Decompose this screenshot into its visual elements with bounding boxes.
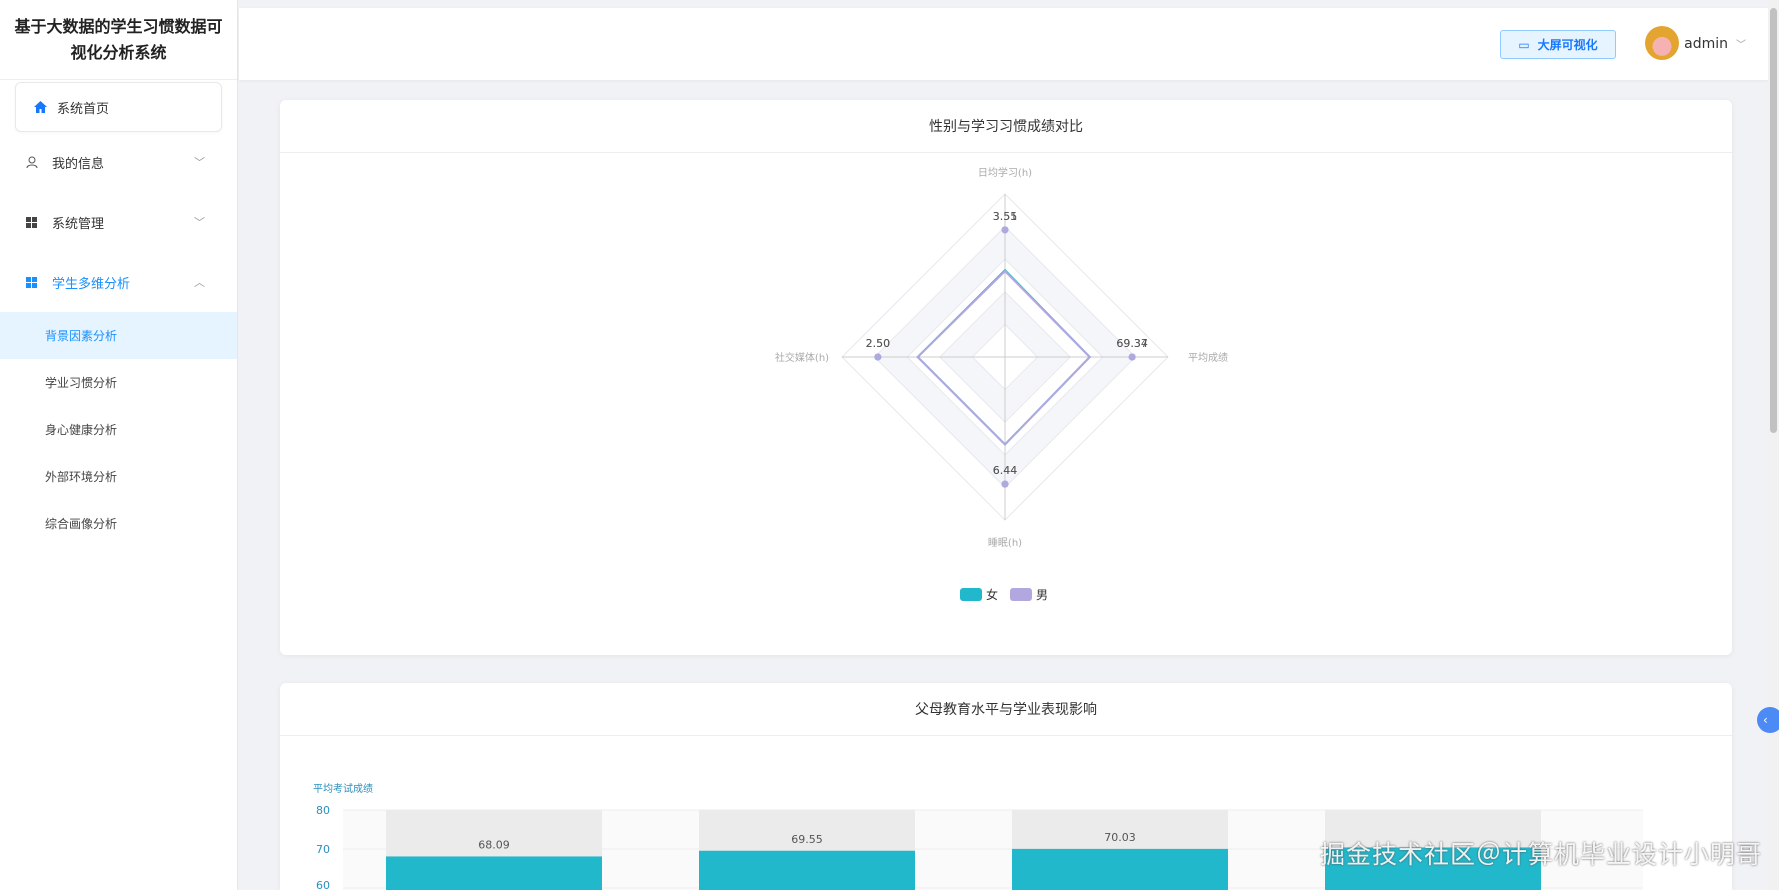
y-axis-title: 平均考试成绩	[313, 782, 373, 795]
watermark: 掘金技术社区＠计算机毕业设计小明哥	[1320, 840, 1763, 869]
bar-value-label: 68.09	[478, 838, 510, 851]
sidebar-item-label: 我的信息	[52, 156, 105, 172]
sidebar-item-label: 系统管理	[52, 216, 105, 232]
radar-chart: 日均学习(h)平均成绩睡眠(h)社交媒体(h)3.5569.376.442.50…	[775, 166, 1228, 602]
bigscreen-button[interactable]: ▭ 大屏可视化	[1500, 30, 1616, 59]
radar-point	[1001, 226, 1009, 234]
app-title: 基于大数据的学生习惯数据可视化分析系统	[0, 0, 237, 80]
legend-swatch	[1010, 588, 1032, 601]
sidebar-item-home[interactable]: 系统首页	[15, 82, 222, 132]
legend-label: 男	[1036, 588, 1048, 602]
card-title: 父母教育水平与学业表现影响	[280, 683, 1732, 736]
sidebar-item-analysis[interactable]: 学生多维分析 ︿	[0, 252, 237, 312]
y-tick-label: 80	[316, 804, 330, 817]
bar-value-label: 69.55	[791, 833, 823, 846]
sidebar-subitem-environment[interactable]: 外部环境分析	[0, 453, 237, 500]
avatar[interactable]	[1645, 26, 1679, 60]
sidebar-item-system[interactable]: 系统管理 ﹀	[0, 192, 237, 252]
radar-axis-label: 社交媒体(h)	[775, 351, 829, 364]
radar-axis-label: 日均学习(h)	[978, 166, 1032, 179]
radar-value-label: 2.50	[866, 337, 891, 350]
radar-point	[1128, 353, 1136, 361]
sidebar: 基于大数据的学生习惯数据可视化分析系统 系统首页 我的信息 ﹀ 系统管理 ﹀ 学生多…	[0, 0, 238, 890]
legend-swatch	[960, 588, 982, 601]
bar	[1012, 848, 1228, 890]
sidebar-subitem-background[interactable]: 背景因素分析	[0, 312, 237, 359]
sidebar-subitem-portrait[interactable]: 综合画像分析	[0, 500, 237, 547]
sidebar-item-label: 系统首页	[57, 101, 110, 117]
bar	[386, 856, 602, 890]
sidebar-item-my-info[interactable]: 我的信息 ﹀	[0, 132, 237, 192]
home-icon	[34, 101, 47, 113]
radar-value-label: 6.44	[993, 464, 1018, 477]
scrollbar-thumb[interactable]	[1770, 8, 1777, 433]
bar	[699, 850, 915, 890]
radar-point	[874, 353, 882, 361]
sidebar-subitem-habits[interactable]: 学业习惯分析	[0, 359, 237, 406]
chevron-up-icon: ︿	[194, 276, 205, 289]
radar-point	[1001, 480, 1009, 488]
chevron-down-icon: ﹀	[194, 156, 205, 169]
y-tick-label: 60	[316, 879, 330, 890]
chevron-down-icon[interactable]: ﹀	[1736, 36, 1746, 51]
header: ▭ 大屏可视化 admin ﹀	[239, 8, 1768, 80]
bigscreen-label: 大屏可视化	[1537, 38, 1598, 52]
grid-icon	[26, 216, 40, 228]
radar-value-label: 3.51	[993, 210, 1018, 223]
sidebar-subitem-health[interactable]: 身心健康分析	[0, 406, 237, 453]
username[interactable]: admin	[1684, 36, 1728, 52]
user-icon	[26, 156, 40, 168]
y-tick-label: 70	[316, 843, 330, 856]
chevron-down-icon: ﹀	[194, 216, 205, 229]
radar-value-label: 69.34	[1116, 337, 1148, 350]
card-title: 性别与学习习惯成绩对比	[280, 100, 1732, 153]
radar-axis-label: 睡眠(h)	[988, 536, 1022, 549]
collapse-float-button[interactable]: ‹	[1757, 707, 1779, 733]
radar-axis-label: 平均成绩	[1188, 351, 1228, 364]
grid-icon	[26, 276, 40, 288]
radar-card: 性别与学习习惯成绩对比 日均学习(h) 平均成绩 睡眠(h) 社交媒体(h) 3.55 6…	[280, 100, 1732, 655]
screen-icon: ▭	[1518, 37, 1530, 52]
legend-label: 女	[986, 587, 998, 602]
sidebar-item-label: 学生多维分析	[52, 276, 131, 292]
bar-value-label: 70.03	[1104, 831, 1136, 844]
scrollbar[interactable]	[1768, 0, 1779, 890]
